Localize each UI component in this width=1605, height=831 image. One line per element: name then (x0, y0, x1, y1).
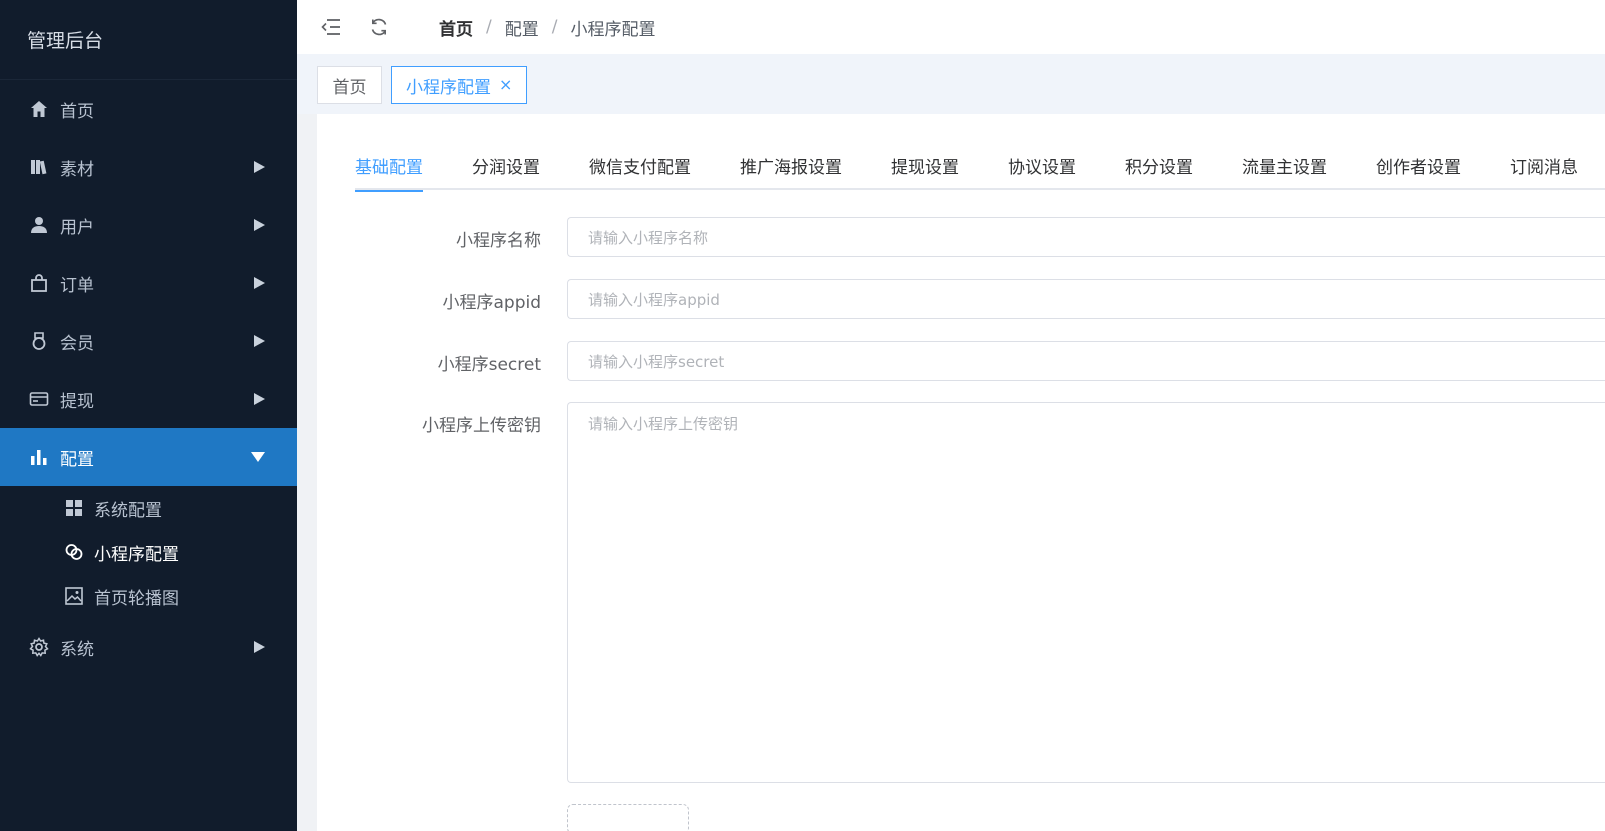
sidebar-subitem-label: 小程序配置 (94, 544, 179, 565)
tag-label: 首页 (332, 77, 367, 98)
top-header: 首页 / 配置 / 小程序配置 (297, 0, 1605, 54)
brand-title: 管理后台 (0, 0, 297, 80)
sidebar-item-label: 提现 (60, 391, 94, 412)
field-label: 小程序上传密钥 (422, 416, 541, 436)
tags-bar: 首页 小程序配置 × (297, 54, 1605, 114)
sidebar-subitem-home-carousel[interactable]: 首页轮播图 (0, 574, 297, 618)
tab-subscription[interactable]: 订阅消息 (1510, 140, 1578, 190)
sidebar-menu: 首页 素材 用户 订单 会员 提现 配置 系统配置 小程序配置 首页轮播图 系统 (0, 80, 297, 676)
main-content: 基础配置 分润设置 微信支付配置 推广海报设置 提现设置 协议设置 积分设置 流… (317, 114, 1605, 831)
medal-icon (28, 330, 50, 352)
sidebar-item-label: 订单 (60, 275, 94, 296)
caret-down-icon (251, 452, 265, 462)
tab-traffic-master[interactable]: 流量主设置 (1242, 140, 1327, 190)
grid-icon (64, 498, 84, 518)
close-icon[interactable]: × (499, 77, 512, 93)
sidebar-item-label: 系统 (60, 639, 94, 660)
user-icon (28, 214, 50, 236)
sidebar-item-label: 用户 (60, 217, 94, 238)
sidebar-subitem-system-config[interactable]: 系统配置 (0, 486, 297, 530)
mini-program-icon (64, 542, 84, 562)
tab-profit-share[interactable]: 分润设置 (472, 140, 540, 190)
sidebar-item-withdraw[interactable]: 提现 (0, 370, 297, 428)
tab-agreement[interactable]: 协议设置 (1008, 140, 1076, 190)
sidebar-item-members[interactable]: 会员 (0, 312, 297, 370)
sidebar-item-label: 配置 (60, 449, 94, 470)
config-tabs: 基础配置 分润设置 微信支付配置 推广海报设置 提现设置 协议设置 积分设置 流… (355, 140, 1605, 192)
caret-right-icon (254, 393, 265, 405)
home-icon (28, 98, 50, 120)
caret-right-icon (254, 641, 265, 653)
tag-mini-program-config[interactable]: 小程序配置 × (391, 66, 528, 104)
breadcrumb-separator: / (486, 17, 492, 37)
caret-right-icon (254, 161, 265, 173)
tag-label: 小程序配置 (406, 77, 491, 98)
tab-points[interactable]: 积分设置 (1125, 140, 1193, 190)
bar-chart-icon (28, 446, 50, 468)
breadcrumb-current: 小程序配置 (570, 19, 656, 40)
tab-withdraw[interactable]: 提现设置 (891, 140, 959, 190)
mini-program-name-input[interactable]: 请输入小程序名称 (567, 217, 1605, 257)
sidebar-item-materials[interactable]: 素材 (0, 138, 297, 196)
caret-right-icon (254, 219, 265, 231)
card-icon (28, 388, 50, 410)
caret-right-icon (254, 277, 265, 289)
sidebar-item-home[interactable]: 首页 (0, 80, 297, 138)
image-icon (64, 586, 84, 606)
breadcrumb-config: 配置 (504, 19, 539, 40)
field-label: 小程序secret (437, 355, 541, 375)
sidebar-subitem-label: 首页轮播图 (94, 588, 179, 609)
library-icon (28, 156, 50, 178)
tag-home[interactable]: 首页 (317, 66, 382, 104)
sidebar-item-label: 首页 (60, 101, 94, 122)
secret-input[interactable]: 请输入小程序secret (567, 341, 1605, 381)
tab-basic-config[interactable]: 基础配置 (355, 140, 423, 192)
gear-icon (28, 636, 50, 658)
sidebar-subitem-mini-program-config[interactable]: 小程序配置 (0, 530, 297, 574)
upload-key-textarea[interactable]: 请输入小程序上传密钥 (567, 402, 1605, 783)
field-label: 小程序appid (442, 293, 541, 313)
breadcrumb: 首页 / 配置 / 小程序配置 (439, 15, 655, 40)
sidebar-item-users[interactable]: 用户 (0, 196, 297, 254)
sidebar: 管理后台 首页 素材 用户 订单 会员 提现 配置 系统配置 小程序配置 首页轮… (0, 0, 297, 831)
tab-wechat-pay[interactable]: 微信支付配置 (589, 140, 691, 190)
bag-icon (28, 272, 50, 294)
breadcrumb-home[interactable]: 首页 (439, 15, 473, 40)
sidebar-subitem-label: 系统配置 (94, 500, 162, 521)
refresh-icon[interactable] (367, 15, 391, 39)
menu-fold-icon[interactable] (319, 15, 343, 39)
field-label: 小程序名称 (456, 231, 541, 251)
sidebar-item-label: 素材 (60, 159, 94, 180)
sidebar-item-orders[interactable]: 订单 (0, 254, 297, 312)
sidebar-item-label: 会员 (60, 333, 94, 354)
caret-right-icon (254, 335, 265, 347)
tab-creator[interactable]: 创作者设置 (1376, 140, 1461, 190)
appid-input[interactable]: 请输入小程序appid (567, 279, 1605, 319)
breadcrumb-separator: / (551, 17, 558, 37)
config-submenu: 系统配置 小程序配置 首页轮播图 (0, 486, 297, 618)
tab-promo-poster[interactable]: 推广海报设置 (740, 140, 842, 190)
upload-area[interactable] (567, 804, 689, 831)
sidebar-item-config[interactable]: 配置 (0, 428, 297, 486)
sidebar-item-system[interactable]: 系统 (0, 618, 297, 676)
